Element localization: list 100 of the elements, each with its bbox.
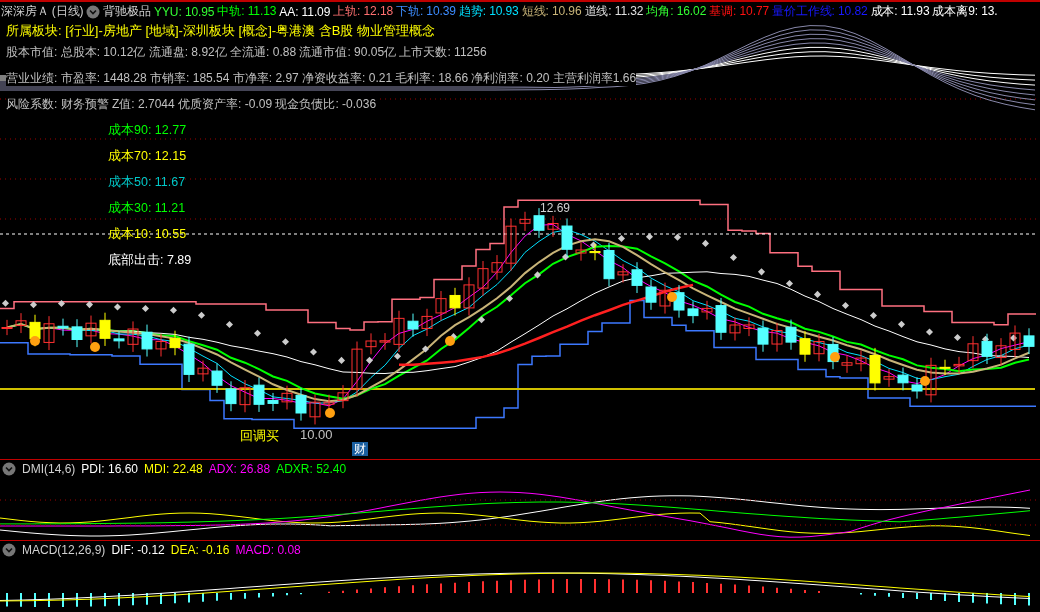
candlestick [71, 318, 83, 348]
candlestick [869, 347, 881, 391]
coin-icon [830, 352, 840, 362]
formula-name[interactable]: 背驰极品 [103, 3, 152, 20]
indicator-name: MACD(12,26,9) [22, 543, 106, 557]
candlestick [631, 261, 643, 294]
candlestick [701, 300, 713, 321]
candlestick [141, 324, 153, 358]
candlestick [197, 360, 209, 382]
candlestick [547, 215, 559, 238]
candlestick [757, 320, 769, 353]
indicator-value: YYU: 10.95 [154, 4, 215, 19]
indicator-value: MDI: 22.48 [144, 462, 203, 476]
cost-label: 成本10: 10.55 [108, 226, 187, 242]
indicator-value: 均角: 16.02 [646, 3, 707, 20]
candlestick [99, 312, 111, 347]
candlestick [253, 377, 265, 413]
indicator-value: 趋势: 10.93 [458, 3, 519, 20]
candlestick [15, 312, 27, 334]
candlestick [925, 357, 937, 403]
candlestick [729, 316, 741, 341]
candlestick [995, 337, 1007, 366]
indicator-value: ADX: 26.88 [208, 462, 271, 476]
coin-icon [30, 336, 40, 346]
candlestick [155, 333, 167, 358]
candlestick [645, 278, 657, 311]
candlestick [939, 359, 951, 376]
candlestick [211, 362, 223, 394]
candlestick [897, 367, 909, 391]
candlestick [365, 332, 377, 355]
candlestick [421, 308, 433, 337]
candlestick [799, 330, 811, 363]
high-price-label: 12.69 [540, 201, 571, 215]
candlestick [841, 354, 853, 374]
indicator-value: 成本: 11.93 [870, 3, 930, 20]
indicator-value: 基调: 10.77 [709, 3, 770, 20]
candlestick [855, 349, 867, 372]
candlestick [505, 218, 517, 272]
candlestick [239, 379, 251, 413]
indicator-value: 下轨: 10.39 [396, 3, 456, 20]
candlestick [351, 341, 363, 398]
candlestick [491, 254, 503, 281]
indicator-value: DEA: -0.16 [170, 543, 230, 557]
sector-text: 所属板块: [行业]-房地产 [地域]-深圳板块 [概念]-粤港澳 含B股 物业管理概念 [6, 22, 436, 40]
cost-label: 成本30: 11.21 [108, 200, 186, 216]
candlestick [477, 260, 489, 297]
candlestick [169, 330, 181, 356]
indicator-value: 中轨: 11.13 [217, 3, 277, 20]
candlestick [267, 392, 279, 412]
indicator-name: DMI(14,6) [22, 462, 76, 476]
candlestick [127, 320, 139, 353]
finance-badge[interactable]: 财 [352, 442, 368, 456]
indicator-value: PDI: 16.60 [81, 462, 139, 476]
cost-label: 底部出击: 7.89 [108, 252, 192, 268]
candlestick [295, 387, 307, 422]
cost-label: 成本90: 12.77 [108, 122, 187, 138]
coin-icon [445, 336, 455, 346]
coin-icon [920, 376, 930, 386]
candlestick [967, 335, 979, 369]
candlestick [407, 313, 419, 338]
indicator-value: AA: 11.09 [279, 4, 331, 19]
indicator-value: MACD: 0.08 [235, 543, 301, 557]
candlestick [85, 315, 97, 344]
indicator-value: 量价工作线: 10.82 [772, 3, 868, 20]
candlestick [575, 241, 587, 262]
candlestick [1, 319, 13, 336]
candlestick [379, 332, 391, 351]
candlestick [393, 310, 405, 353]
dropdown-icon[interactable] [86, 4, 101, 19]
candlestick [113, 330, 125, 349]
indicator-value: 上轨: 12.18 [333, 3, 394, 20]
cost-label: 成本50: 11.67 [108, 174, 186, 190]
indicator-value: 道线: 11.32 [584, 3, 644, 20]
buy-signal-label: 回调买 [240, 427, 279, 445]
coin-icon [667, 292, 677, 302]
candlestick [617, 263, 629, 283]
candlestick [743, 316, 755, 337]
collapse-icon[interactable] [2, 462, 16, 476]
indicator-value: 短线: 10.96 [521, 3, 582, 20]
candlestick [603, 242, 615, 287]
candlestick [589, 243, 601, 261]
candlestick [435, 290, 447, 322]
candlestick [771, 322, 783, 353]
candlestick [57, 318, 69, 337]
collapse-icon[interactable] [2, 543, 16, 557]
candlestick [715, 297, 727, 341]
candlestick [225, 380, 237, 412]
candlestick [785, 319, 797, 351]
candlestick [687, 300, 699, 324]
candlestick [911, 376, 923, 400]
candlestick [561, 217, 573, 258]
candlestick [953, 356, 965, 374]
candlestick [309, 394, 321, 425]
indicator-value: ADXR: 52.40 [276, 462, 347, 476]
candlestick [1023, 327, 1035, 355]
candlestick [449, 287, 461, 316]
candlestick [883, 368, 895, 388]
cost-label: 成本70: 12.15 [108, 148, 187, 164]
candlestick [43, 315, 55, 351]
candlestick [337, 384, 349, 409]
